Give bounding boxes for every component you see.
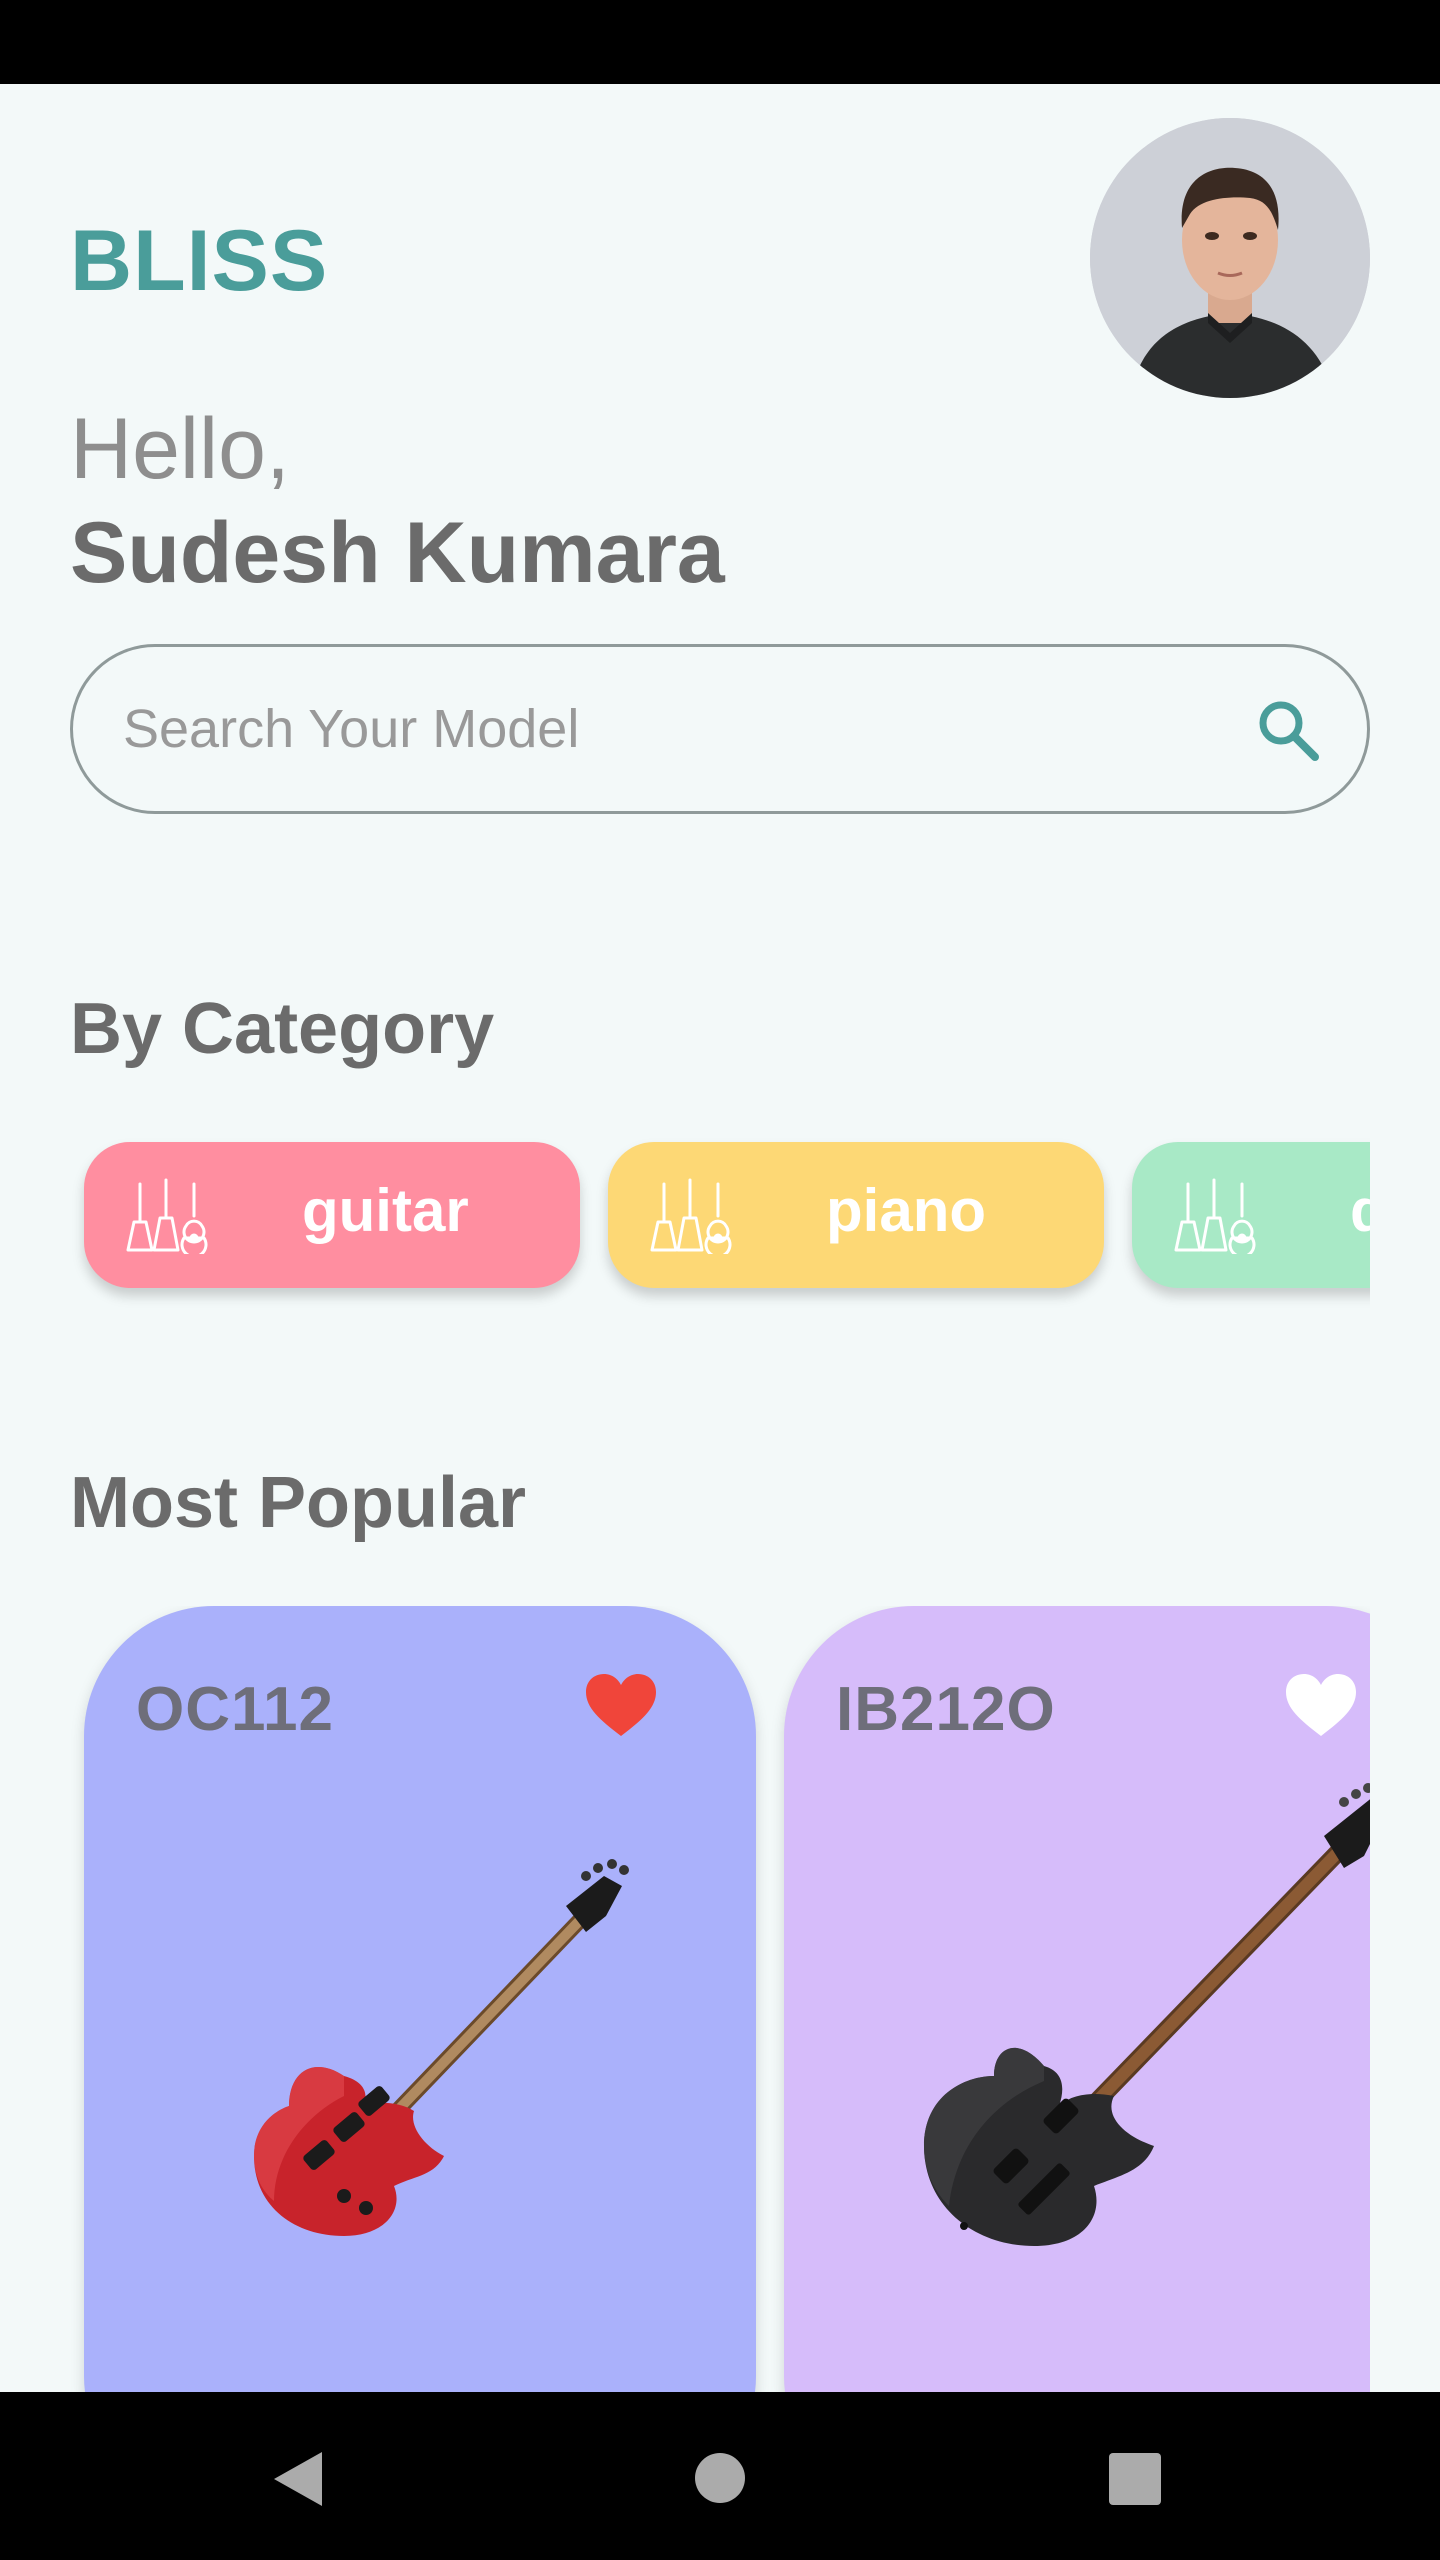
user-name: Sudesh Kumara xyxy=(70,505,725,601)
category-label: guitar xyxy=(302,1177,469,1244)
product-card[interactable]: OC112 xyxy=(84,1606,756,2392)
popular-section-title: Most Popular xyxy=(70,1463,527,1543)
brand-logo: BLISS xyxy=(70,213,329,309)
recents-icon[interactable] xyxy=(1108,2452,1162,2506)
category-chip-piano[interactable]: piano xyxy=(608,1142,1104,1288)
category-label: piano xyxy=(826,1177,986,1244)
home-screen: BLISS Hello, Sudesh Kumara By xyxy=(0,84,1440,2392)
instruments-icon xyxy=(126,1178,208,1254)
heart-icon[interactable] xyxy=(584,1672,658,1738)
popular-list: OC112 IB212O xyxy=(70,1606,1370,2392)
home-icon[interactable] xyxy=(694,2452,746,2504)
guitar-image-black xyxy=(924,1783,1370,2246)
category-section-title: By Category xyxy=(70,989,495,1069)
home-content: BLISS Hello, Sudesh Kumara By xyxy=(70,84,1370,2392)
status-bar xyxy=(0,0,1440,84)
greeting-hello: Hello, xyxy=(70,401,290,497)
avatar[interactable] xyxy=(1090,118,1370,398)
avatar-photo xyxy=(1090,118,1370,398)
category-label: drums xyxy=(1350,1177,1370,1244)
category-chip-drums[interactable]: drums xyxy=(1132,1142,1370,1288)
instruments-icon xyxy=(1174,1178,1256,1254)
search-bar[interactable] xyxy=(70,644,1370,814)
product-card[interactable]: IB212O xyxy=(784,1606,1370,2392)
system-nav-bar xyxy=(0,2392,1440,2560)
product-name: IB212O xyxy=(836,1675,1056,1744)
category-list: guitar piano d xyxy=(70,1130,1370,1310)
back-icon[interactable] xyxy=(270,2448,326,2510)
instruments-icon xyxy=(650,1178,732,1254)
search-icon[interactable] xyxy=(1255,697,1321,763)
heart-outline-icon[interactable] xyxy=(1284,1672,1358,1738)
guitar-image-red xyxy=(254,1859,629,2236)
category-chip-guitar[interactable]: guitar xyxy=(84,1142,580,1288)
product-name: OC112 xyxy=(136,1675,335,1744)
search-input[interactable] xyxy=(123,647,1203,811)
